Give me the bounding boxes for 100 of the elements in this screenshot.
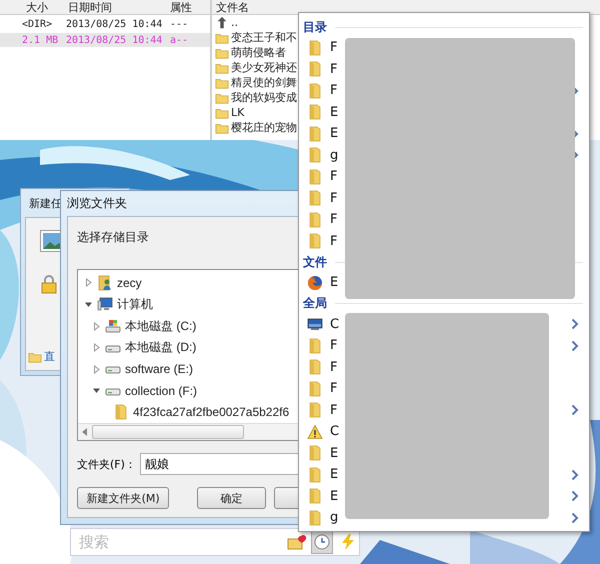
tree-item[interactable]: zecy: [117, 276, 142, 290]
monitor-icon: [307, 316, 323, 332]
file-row[interactable]: <DIR> 2013/08/25 10:44 ---: [0, 17, 210, 31]
dialog-button[interactable]: 新建文件夹(M): [77, 487, 170, 509]
folder-icon: [113, 404, 129, 420]
warning-icon: [307, 424, 323, 440]
menu-item[interactable]: E: [330, 467, 338, 482]
menu-item[interactable]: F: [330, 62, 338, 77]
menu-item[interactable]: E: [330, 126, 338, 142]
tree-item[interactable]: software (E:): [125, 362, 194, 376]
menu-item[interactable]: F: [330, 360, 338, 375]
menu-item[interactable]: C: [330, 316, 340, 332]
search-input[interactable]: 搜索: [77, 532, 287, 552]
column-header[interactable]: 大小: [0, 0, 60, 14]
clock-icon: [314, 534, 330, 550]
menu-item[interactable]: F: [330, 212, 338, 228]
section-heading: 文件: [303, 254, 327, 270]
menu-item[interactable]: F: [330, 381, 338, 396]
system-drive-icon: [105, 318, 121, 334]
file-name[interactable]: 美少女死神还: [231, 60, 297, 75]
expand-arrow-icon[interactable]: [92, 343, 101, 352]
folder-icon: [307, 104, 323, 120]
expand-arrow-icon[interactable]: [84, 278, 93, 288]
menu-item[interactable]: g: [330, 510, 338, 526]
file-name[interactable]: LK: [231, 106, 244, 119]
menu-item[interactable]: E: [330, 275, 338, 290]
attribute-cell-text: ---: [169, 18, 190, 30]
menu-item[interactable]: E: [330, 104, 338, 120]
folder-icon: [307, 402, 323, 418]
dialog-button[interactable]: 确定: [197, 487, 266, 509]
menu-item[interactable]: F: [330, 402, 338, 418]
lock-icon: [40, 274, 58, 294]
expand-arrow-icon[interactable]: [92, 322, 101, 331]
section-heading: 全局: [303, 295, 327, 312]
file-name[interactable]: 精灵使的剑舞: [231, 75, 297, 90]
link[interactable]: 直: [44, 349, 55, 364]
folder-icon: [307, 61, 323, 78]
folder-icon: [307, 338, 323, 354]
collapse-arrow-icon[interactable]: [92, 386, 101, 396]
folder-icon: [307, 445, 323, 462]
tree-item[interactable]: 4f23fca27af2fbe0027a5b22f6: [133, 405, 290, 420]
folder-icon: [307, 212, 323, 228]
file-name[interactable]: 变态王子和不: [231, 30, 297, 45]
file-name[interactable]: 樱花庄的宠物: [231, 120, 297, 135]
column-header[interactable]: 日期时间: [60, 0, 168, 14]
globe-icon: [307, 274, 323, 291]
chevron-right-icon[interactable]: [571, 512, 579, 524]
prompt-text: 选择存储目录: [77, 229, 150, 245]
folder-icon: [307, 147, 323, 164]
chevron-right-icon[interactable]: [571, 468, 579, 481]
attribute-cell-text: a--: [169, 34, 190, 46]
field-label: 文件夹(F)：: [77, 456, 136, 472]
folder-icon: [307, 233, 323, 250]
history-button[interactable]: [311, 530, 333, 554]
tree-item[interactable]: collection (F:): [125, 384, 198, 398]
search-field[interactable]: 搜索: [70, 528, 360, 556]
menu-item[interactable]: F: [330, 234, 338, 249]
menu-item[interactable]: C: [330, 424, 340, 440]
folder-icon: [307, 380, 323, 397]
user-folder-icon: [97, 274, 113, 291]
folder-icon: [307, 40, 323, 56]
file-name[interactable]: ..: [231, 16, 238, 29]
menu-item[interactable]: F: [330, 338, 338, 354]
collapse-arrow-icon[interactable]: [84, 300, 93, 309]
menu-item[interactable]: E: [330, 446, 338, 461]
folder-icon: [307, 466, 323, 483]
chevron-right-icon[interactable]: [571, 490, 579, 502]
chevron-right-icon[interactable]: [571, 404, 579, 416]
menu-item[interactable]: F: [330, 83, 338, 98]
menu-item[interactable]: E: [330, 488, 338, 504]
up-arrow-icon: [215, 16, 229, 30]
chevron-right-icon[interactable]: [571, 318, 579, 330]
section-heading: 目录: [303, 18, 327, 36]
menu-item[interactable]: g: [330, 148, 338, 163]
folder-icon: [307, 126, 323, 142]
menu-item[interactable]: F: [330, 169, 338, 184]
file-name[interactable]: 我的软妈变成: [231, 90, 297, 105]
folder-icon: [307, 359, 323, 376]
folder-icon: [307, 488, 323, 504]
menu-item[interactable]: F: [330, 40, 338, 56]
folder-icon: [307, 190, 323, 206]
tree-item[interactable]: 计算机: [117, 296, 153, 313]
date-cell-text: 2013/08/25 10:44: [65, 18, 164, 30]
column-header[interactable]: 文件名: [212, 0, 249, 14]
tree-item[interactable]: 本地磁盘 (D:): [125, 339, 196, 356]
column-header[interactable]: 属性: [168, 0, 208, 14]
size-cell-text: <DIR>: [21, 18, 54, 30]
menu-item[interactable]: F: [330, 190, 338, 206]
chevron-right-icon[interactable]: [571, 340, 579, 352]
computer-icon: [97, 296, 113, 312]
folder-icon: [307, 168, 323, 185]
size-cell-text: 2.1 MB: [21, 34, 60, 46]
expand-arrow-icon[interactable]: [92, 364, 101, 374]
date-cell-text: 2013/08/25 10:44: [65, 34, 164, 46]
file-name[interactable]: 萌萌侵略者: [231, 45, 286, 60]
folder-icon: [307, 82, 323, 99]
envelope-heart-icon[interactable]: [287, 533, 307, 551]
window-title: 浏览文件夹: [67, 195, 127, 212]
tree-item[interactable]: 本地磁盘 (C:): [125, 318, 196, 335]
folder-icon: [307, 510, 323, 526]
